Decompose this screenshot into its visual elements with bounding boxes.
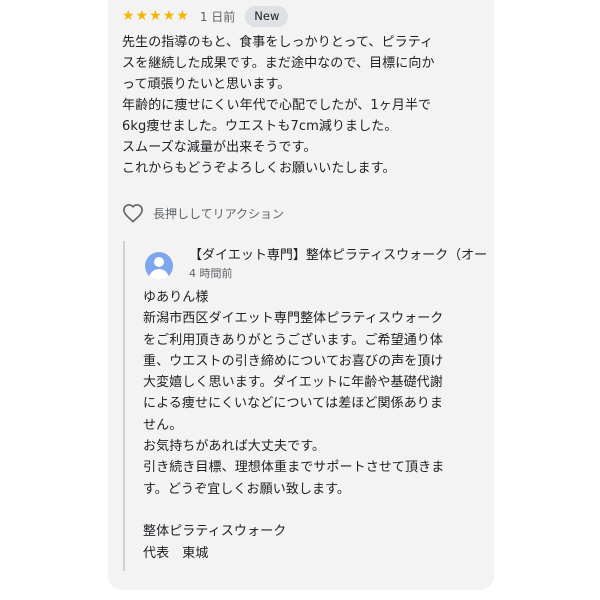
avatar-head bbox=[154, 257, 164, 267]
react-button[interactable]: 長押ししてリアクション bbox=[122, 201, 284, 225]
heart-outline-icon[interactable] bbox=[122, 203, 144, 223]
reply-body-text: ゆありん様 新潟市西区ダイエット専門整体ピラティスウォーク をご利用頂きありがと… bbox=[143, 290, 445, 561]
owner-name[interactable]: 【ダイエット専門】整体ピラティスウォーク（オー bbox=[189, 247, 494, 265]
star-icon: ★ bbox=[149, 8, 162, 24]
star-icon: ★ bbox=[135, 8, 149, 24]
review-meta-row: ★ ★ ★ ★ ★ 1 日前 New bbox=[122, 3, 289, 29]
star-rating: ★ ★ ★ ★ ★ bbox=[122, 9, 190, 23]
react-label: 長押ししてリアクション bbox=[153, 206, 285, 221]
reply-time-ago: 4 時間前 bbox=[189, 267, 233, 280]
owner-reply: 【ダイエット専門】整体ピラティスウォーク（オー 4 時間前 ゆありん様 新潟市西… bbox=[123, 241, 494, 571]
star-icon: ★ bbox=[176, 8, 189, 24]
star-icon: ★ bbox=[122, 8, 135, 24]
review-time-ago: 1 日前 bbox=[199, 9, 236, 24]
review-card: ★ ★ ★ ★ ★ 1 日前 New 先生の指導のもと、食事をしっかりとって、ピ… bbox=[108, 0, 494, 590]
new-badge: New bbox=[245, 5, 289, 27]
star-icon: ★ bbox=[162, 8, 176, 24]
review-body-text: 先生の指導のもと、食事をしっかりとって、ピラティ スを継続した成果です。まだ途中… bbox=[122, 35, 435, 176]
avatar-body bbox=[149, 269, 169, 280]
person-avatar-icon bbox=[145, 252, 173, 280]
